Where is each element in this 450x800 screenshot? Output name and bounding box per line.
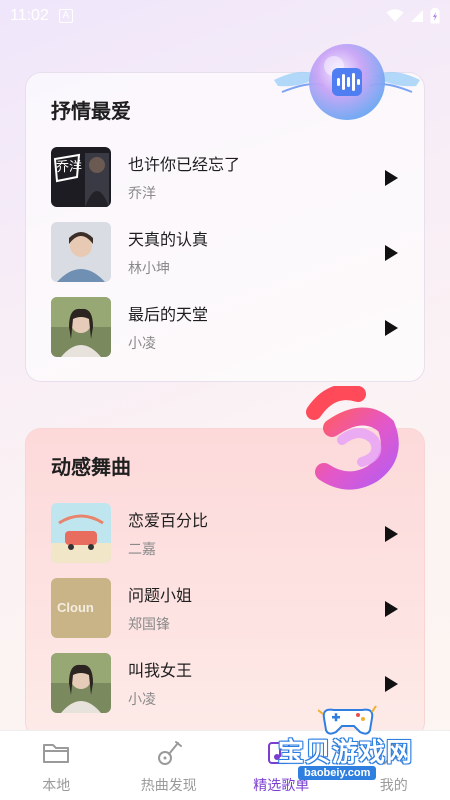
section-title: 动感舞曲: [51, 455, 131, 479]
cover-label: Cloun: [57, 600, 94, 615]
album-cover: [51, 653, 111, 713]
signal-icon: [411, 10, 423, 22]
tab-label: 热曲发现: [140, 778, 197, 794]
song-artist: 林小坤: [128, 261, 170, 277]
play-icon[interactable]: [383, 319, 399, 337]
status-bar: 11:02 A: [0, 0, 450, 32]
cover-label: 乔洋: [56, 160, 83, 175]
song-row[interactable]: 乔洋 也许你已经忘了 乔洋: [51, 147, 401, 207]
song-title: 也许你已经忘了: [128, 155, 241, 174]
album-cover: [51, 222, 111, 282]
play-icon[interactable]: [383, 244, 399, 262]
album-cover: Cloun: [51, 578, 111, 638]
section-title: 抒情最爱: [51, 99, 131, 123]
status-icons: [386, 8, 440, 24]
wifi-icon: [386, 9, 404, 22]
song-row[interactable]: 最后的天堂 小凌: [51, 297, 401, 357]
song-artist: 小凌: [128, 692, 156, 708]
song-artist: 小凌: [128, 336, 156, 352]
song-artist: 二嘉: [128, 542, 156, 558]
swirl-decoration-icon: [306, 386, 399, 490]
song-row[interactable]: 恋爱百分比 二嘉: [51, 503, 401, 563]
notification-icon: A: [58, 9, 73, 23]
watermark: 宝贝游戏网 baobeiy.com: [272, 704, 448, 794]
tab-local[interactable]: 本地: [0, 731, 113, 800]
tab-label: 本地: [42, 778, 71, 794]
song-title: 天真的认真: [128, 230, 209, 249]
tab-hot-discover[interactable]: 热曲发现: [113, 731, 226, 800]
song-artist: 乔洋: [128, 186, 156, 202]
play-icon[interactable]: [383, 675, 399, 693]
song-row[interactable]: Cloun 问题小姐 郑国锋: [51, 578, 401, 638]
album-cover: [51, 297, 111, 357]
song-title: 叫我女王: [128, 661, 193, 680]
play-icon[interactable]: [383, 169, 399, 187]
music-orb-icon: [274, 44, 420, 120]
song-row[interactable]: 天真的认真 林小坤: [51, 222, 401, 282]
watermark-text: 宝贝游戏网: [278, 738, 414, 768]
folder-icon: [43, 744, 70, 763]
song-artist: 郑国锋: [128, 617, 170, 633]
song-title: 恋爱百分比: [128, 511, 209, 530]
song-title: 问题小姐: [128, 586, 193, 605]
album-cover: [51, 503, 111, 563]
battery-icon: [430, 8, 440, 24]
song-title: 最后的天堂: [128, 305, 209, 324]
guitar-icon: [157, 741, 182, 765]
album-cover: 乔洋: [51, 147, 111, 207]
status-time: 11:02: [10, 7, 49, 24]
play-icon[interactable]: [383, 600, 399, 618]
play-icon[interactable]: [383, 525, 399, 543]
watermark-url: baobeiy.com: [298, 766, 377, 780]
